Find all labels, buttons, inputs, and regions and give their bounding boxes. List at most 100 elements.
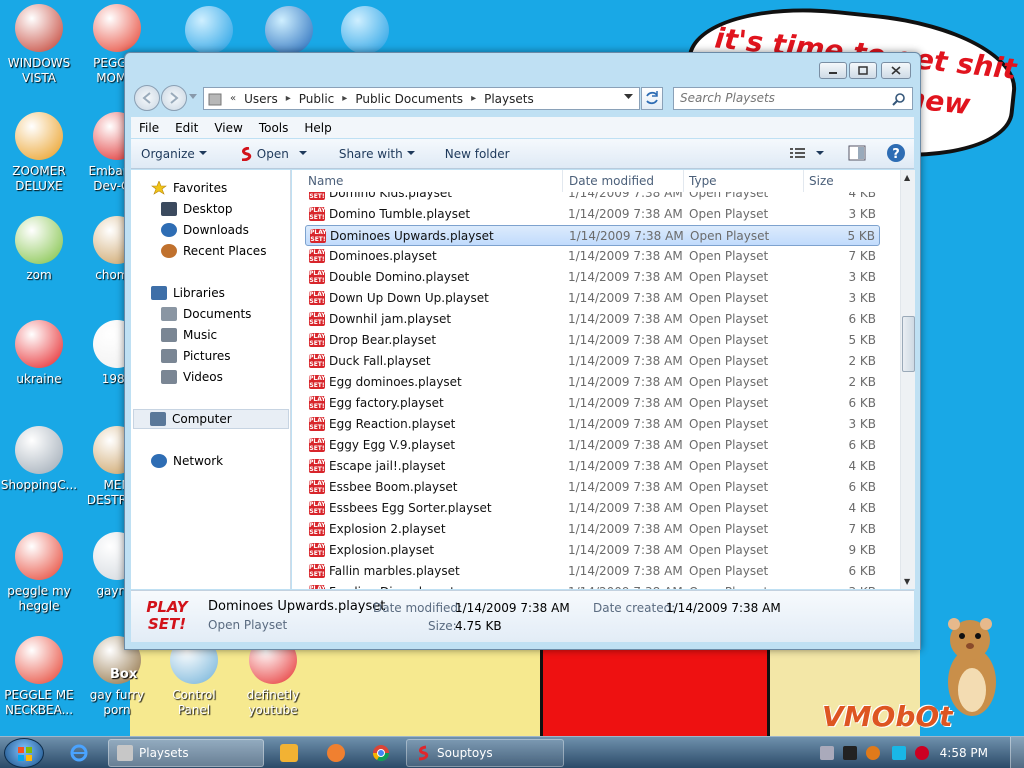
new-folder-button[interactable]: New folder xyxy=(425,147,520,161)
internet-explorer-icon[interactable] xyxy=(70,744,88,762)
tray-checkmark-icon[interactable] xyxy=(843,746,857,760)
table-row[interactable]: PLAY SET!Feeding Dino.playset 1/14/2009 7… xyxy=(305,582,880,589)
breadcrumb-public[interactable]: Public xyxy=(293,92,341,106)
media-player-icon[interactable] xyxy=(280,744,298,762)
views-chevron-down-icon[interactable] xyxy=(816,150,824,156)
organize-label: Organize xyxy=(141,146,195,161)
nav-computer[interactable]: Computer xyxy=(133,409,289,429)
desktop-app-icon xyxy=(15,636,63,684)
menu-view[interactable]: View xyxy=(206,121,250,135)
desktop-icon[interactable]: ZOOMER DELUXE xyxy=(0,112,78,194)
close-button[interactable] xyxy=(881,62,911,79)
breadcrumb-public-documents[interactable]: Public Documents xyxy=(349,92,469,106)
column-date-modified[interactable]: Date modified xyxy=(569,174,654,188)
table-row[interactable]: PLAY SET! Fallin marbles.playset 1/14/2009… xyxy=(305,561,880,582)
share-with-button[interactable]: Share with xyxy=(317,147,425,161)
column-name[interactable]: Name xyxy=(308,174,343,188)
chrome-icon[interactable] xyxy=(372,744,390,762)
tray-search-icon[interactable] xyxy=(866,746,880,760)
tray-network-icon[interactable] xyxy=(820,746,834,760)
refresh-button[interactable] xyxy=(641,87,663,110)
tray-display-icon[interactable] xyxy=(892,746,906,760)
maximize-icon xyxy=(858,66,868,75)
column-divider[interactable] xyxy=(562,170,563,192)
desktop-icon[interactable] xyxy=(326,6,404,58)
search-input[interactable] xyxy=(674,88,879,108)
breadcrumb-playsets[interactable]: Playsets xyxy=(478,92,540,106)
column-divider[interactable] xyxy=(683,170,684,192)
desktop-icon[interactable]: WINDOWS VISTA xyxy=(0,4,78,86)
forward-button[interactable] xyxy=(161,85,187,111)
table-row[interactable]: PLAY SET! Egg factory.playset 1/14/2009 7:… xyxy=(305,393,880,414)
taskbar: Playsets Souptoys 4:58 PM xyxy=(0,736,1024,768)
organize-button[interactable]: Organize xyxy=(131,147,217,161)
column-size[interactable]: Size xyxy=(809,174,834,188)
menu-help[interactable]: Help xyxy=(296,121,339,135)
table-row[interactable]: PLAY SET! Downhil jam.playset 1/14/2009 7:… xyxy=(305,309,880,330)
preview-pane-icon[interactable] xyxy=(848,145,866,161)
menu-file[interactable]: File xyxy=(131,121,167,135)
explorer-window: « Users ▸ Public ▸ Public Documents ▸ Pl… xyxy=(124,52,921,650)
table-row[interactable]: PLAY SET! Explosion 2.playset 1/14/2009 7:… xyxy=(305,519,880,540)
breadcrumb-users[interactable]: Users xyxy=(238,92,284,106)
recent-pages-chevron-icon[interactable] xyxy=(189,94,197,100)
scroll-thumb[interactable] xyxy=(902,316,915,372)
playset-file-icon: PLAY SET! xyxy=(309,438,326,452)
tray-record-icon[interactable] xyxy=(915,746,929,760)
scroll-up-arrow-icon[interactable]: ▲ xyxy=(904,173,910,182)
table-row[interactable]: PLAY SET! Duck Fall.playset 1/14/2009 7:38… xyxy=(305,351,880,372)
open-button[interactable]: Open xyxy=(217,146,317,161)
playset-file-icon: PLAY SET! xyxy=(309,585,326,589)
table-row[interactable]: PLAY SET! Egg Reaction.playset 1/14/2009 7… xyxy=(305,414,880,435)
playset-file-icon: PLAY SET! xyxy=(309,396,326,410)
nav-network[interactable]: Network xyxy=(151,451,311,471)
search-box[interactable] xyxy=(673,87,913,110)
table-row[interactable]: PLAY SET! Egg dominoes.playset 1/14/2009 7… xyxy=(305,372,880,393)
desktop-app-icon xyxy=(15,320,63,368)
table-row[interactable]: PLAY SET! Down Up Down Up.playset 1/14/200… xyxy=(305,288,880,309)
table-row[interactable]: PLAY SET! Double Domino.playset 1/14/2009 … xyxy=(305,267,880,288)
start-button[interactable] xyxy=(4,738,44,768)
desktop-icon[interactable]: ukraine xyxy=(0,320,78,387)
table-row-selected[interactable]: PLAY SET! Dominoes Upwards.playset 1/14/20… xyxy=(305,225,880,246)
menu-tools[interactable]: Tools xyxy=(251,121,297,135)
table-row[interactable]: PLAY SET! Escape jail!.playset 1/14/2009 7… xyxy=(305,456,880,477)
menu-edit[interactable]: Edit xyxy=(167,121,206,135)
search-icon[interactable] xyxy=(892,92,906,106)
table-row[interactable]: PLAY SET! Drop Bear.playset 1/14/2009 7:38… xyxy=(305,330,880,351)
table-row[interactable]: PLAY SET! Essbee Boom.playset 1/14/2009 7:… xyxy=(305,477,880,498)
column-type[interactable]: Type xyxy=(689,174,717,188)
table-row[interactable]: PLAY SET! Essbees Egg Sorter.playset 1/14/… xyxy=(305,498,880,519)
desktop-icon[interactable]: peggle my heggle xyxy=(0,532,78,614)
breadcrumb-separator-icon: ▸ xyxy=(285,93,291,104)
table-row[interactable]: PLAY SET! Domino Tumble.playset 1/14/2009 … xyxy=(305,204,880,225)
paint-app-icon[interactable] xyxy=(327,744,345,762)
desktop-icon[interactable]: zom xyxy=(0,216,78,283)
file-date-modified: 1/14/2009 7:38 AM xyxy=(569,229,684,243)
file-size: 3 KB xyxy=(848,417,876,431)
minimize-button[interactable] xyxy=(819,62,847,79)
address-bar[interactable]: « Users ▸ Public ▸ Public Documents ▸ Pl… xyxy=(203,87,640,110)
file-size: 4 KB xyxy=(848,459,876,473)
taskbar-playsets[interactable]: Playsets xyxy=(108,739,264,767)
maximize-button[interactable] xyxy=(849,62,877,79)
desktop-icon[interactable]: ShoppingC... xyxy=(0,426,78,493)
column-divider[interactable] xyxy=(803,170,804,192)
taskbar-clock[interactable]: 4:58 PM xyxy=(940,746,988,760)
show-desktop-button[interactable] xyxy=(1010,737,1024,768)
desktop-icon[interactable]: PEGGLE ME NECKBEA... xyxy=(0,636,78,718)
scroll-down-arrow-icon[interactable]: ▼ xyxy=(904,577,910,586)
table-row[interactable]: PLAY SET! Dominoes.playset 1/14/2009 7:38 … xyxy=(305,246,880,267)
table-row[interactable]: PLAY SET! Explosion.playset 1/14/2009 7:38… xyxy=(305,540,880,561)
views-icon[interactable] xyxy=(790,147,806,159)
table-row[interactable]: PLAY SET! Eggy Egg V.9.playset 1/14/2009 7… xyxy=(305,435,880,456)
help-icon[interactable]: ? xyxy=(886,143,906,163)
desktop-icon[interactable] xyxy=(250,6,328,58)
back-button[interactable] xyxy=(134,85,160,111)
nav-favorites[interactable]: Favorites xyxy=(151,178,311,198)
nav-libraries[interactable]: Libraries xyxy=(151,283,311,303)
taskbar-souptoys[interactable]: Souptoys xyxy=(406,739,564,767)
desktop-icon[interactable] xyxy=(170,6,248,58)
vertical-scrollbar[interactable]: ▲ ▼ xyxy=(900,170,915,589)
address-history-chevron-icon[interactable] xyxy=(624,94,633,100)
